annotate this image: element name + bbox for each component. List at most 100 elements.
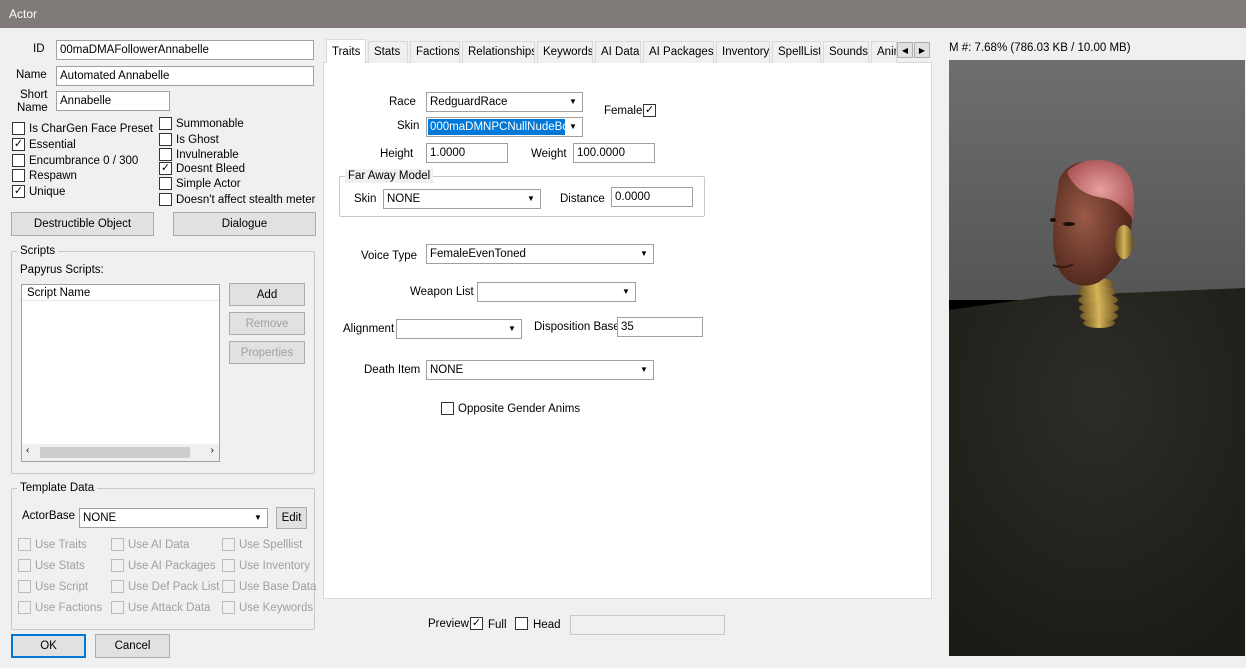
template-col3-checkbox-3[interactable] <box>222 601 235 614</box>
flag-checkbox-0[interactable] <box>12 122 25 135</box>
distance-field[interactable]: 0.0000 <box>611 187 693 207</box>
tab-scroll-left-icon[interactable]: ◀ <box>897 42 913 58</box>
chevron-down-icon[interactable]: ▼ <box>636 362 652 378</box>
flag-right-checkbox-2[interactable] <box>159 148 172 161</box>
cancel-button[interactable]: Cancel <box>95 634 170 658</box>
head-checkbox[interactable] <box>515 617 528 630</box>
voice-type-dropdown[interactable]: FemaleEvenToned ▼ <box>426 244 654 264</box>
death-item-dropdown[interactable]: NONE ▼ <box>426 360 654 380</box>
id-field[interactable]: 00maDMAFollowerAnnabelle <box>56 40 314 60</box>
skin-dropdown[interactable]: 000maDMNPCNullNudeBod ▼ <box>426 117 583 137</box>
template-col1-checkbox-3[interactable] <box>18 601 31 614</box>
name-label: Name <box>16 69 47 81</box>
female-label: Female <box>604 105 643 117</box>
chevron-down-icon[interactable]: ▼ <box>565 94 581 110</box>
flag-right-checkbox-5[interactable] <box>159 193 172 206</box>
flag-right-label-1: Is Ghost <box>176 134 219 146</box>
edit-button[interactable]: Edit <box>276 507 307 529</box>
height-field[interactable]: 1.0000 <box>426 143 508 163</box>
flag-checkbox-2[interactable] <box>12 154 25 167</box>
death-item-value: NONE <box>430 364 464 376</box>
flag-right-checkbox-1[interactable] <box>159 133 172 146</box>
tab-anim[interactable]: Anim <box>871 41 897 63</box>
tab-inventory[interactable]: Inventory <box>716 41 770 63</box>
ok-button[interactable]: OK <box>11 634 86 658</box>
flag-right-checkbox-4[interactable] <box>159 177 172 190</box>
template-col1-checkbox-2[interactable] <box>18 580 31 593</box>
actorbase-dropdown[interactable]: NONE ▼ <box>79 508 268 528</box>
flag-checkbox-4[interactable]: ✓ <box>12 185 25 198</box>
actorbase-value: NONE <box>83 512 117 524</box>
chevron-down-icon[interactable]: ▼ <box>250 510 266 526</box>
template-col1-checkbox-1[interactable] <box>18 559 31 572</box>
tab-scroll-right-icon[interactable]: ▶ <box>914 42 930 58</box>
race-label: Race <box>389 96 416 108</box>
race-dropdown[interactable]: RedguardRace ▼ <box>426 92 583 112</box>
weight-label: Weight <box>531 148 567 160</box>
disposition-base-field[interactable]: 35 <box>617 317 703 337</box>
opposite-gender-anims-checkbox[interactable] <box>441 402 454 415</box>
name-field[interactable]: Automated Annabelle <box>56 66 314 86</box>
full-checkbox[interactable]: ✓ <box>470 617 483 630</box>
template-col1-checkbox-0[interactable] <box>18 538 31 551</box>
template-col3-checkbox-2[interactable] <box>222 580 235 593</box>
properties-button[interactable]: Properties <box>229 341 305 364</box>
short-name-label-2: Name <box>17 102 48 114</box>
template-col2-label-1: Use AI Packages <box>128 560 216 572</box>
tab-sounds[interactable]: Sounds <box>823 41 869 63</box>
fa-skin-dropdown[interactable]: NONE ▼ <box>383 189 541 209</box>
template-col2-checkbox-1[interactable] <box>111 559 124 572</box>
tab-spelllist[interactable]: SpellList <box>772 41 821 63</box>
chevron-down-icon[interactable]: ▼ <box>565 119 581 135</box>
chevron-down-icon[interactable]: ▼ <box>618 284 634 300</box>
full-label: Full <box>488 619 507 631</box>
tab-keywords[interactable]: Keywords <box>537 41 593 63</box>
template-col2-checkbox-3[interactable] <box>111 601 124 614</box>
template-col1-label-3: Use Factions <box>35 602 103 614</box>
template-col2-checkbox-0[interactable] <box>111 538 124 551</box>
script-name-column-header[interactable]: Script Name <box>22 285 219 301</box>
actor-3d-preview[interactable] <box>949 60 1245 656</box>
template-col1-label-1: Use Stats <box>35 560 85 572</box>
scripts-horizontal-scrollbar[interactable]: ‹ › <box>22 444 219 461</box>
weight-field[interactable]: 100.0000 <box>573 143 655 163</box>
template-col3-checkbox-1[interactable] <box>222 559 235 572</box>
template-col2-checkbox-2[interactable] <box>111 580 124 593</box>
weapon-list-dropdown[interactable]: ▼ <box>477 282 636 302</box>
template-col3-label-1: Use Inventory <box>239 560 310 572</box>
flag-right-checkbox-3[interactable]: ✓ <box>159 162 172 175</box>
memory-readout: M #: 7.68% (786.03 KB / 10.00 MB) <box>949 42 1131 54</box>
scripts-list[interactable]: Script Name ‹ › <box>21 284 220 462</box>
tab-factions[interactable]: Factions <box>410 41 460 63</box>
chevron-down-icon[interactable]: ▼ <box>523 191 539 207</box>
far-away-model-title: Far Away Model <box>345 169 434 183</box>
tab-ai-data[interactable]: AI Data <box>595 41 641 63</box>
template-col2-label-3: Use Attack Data <box>128 602 211 614</box>
flag-label-3: Respawn <box>29 170 77 182</box>
weapon-list-label: Weapon List <box>410 286 474 298</box>
tab-traits[interactable]: Traits <box>326 39 366 63</box>
chevron-down-icon[interactable]: ▼ <box>636 246 652 262</box>
template-col3-label-3: Use Keywords <box>239 602 314 614</box>
scroll-left-icon[interactable]: ‹ <box>26 445 29 456</box>
add-script-button[interactable]: Add <box>229 283 305 306</box>
flag-checkbox-1[interactable]: ✓ <box>12 138 25 151</box>
female-checkbox[interactable]: ✓ <box>643 104 656 117</box>
dialogue-button[interactable]: Dialogue <box>173 212 316 236</box>
flag-label-2: Encumbrance 0 / 300 <box>29 155 139 167</box>
skin-label: Skin <box>397 120 420 132</box>
flag-checkbox-3[interactable] <box>12 169 25 182</box>
alignment-dropdown[interactable]: ▼ <box>396 319 522 339</box>
flag-right-checkbox-0[interactable] <box>159 117 172 130</box>
destructible-object-button[interactable]: Destructible Object <box>11 212 154 236</box>
chevron-down-icon[interactable]: ▼ <box>504 321 520 337</box>
height-label: Height <box>380 148 414 160</box>
short-name-field[interactable]: Annabelle <box>56 91 170 111</box>
tab-ai-packages[interactable]: AI Packages <box>643 41 714 63</box>
tab-relationships[interactable]: Relationships <box>462 41 535 63</box>
template-col3-checkbox-0[interactable] <box>222 538 235 551</box>
scrollbar-thumb[interactable] <box>40 447 190 458</box>
remove-script-button[interactable]: Remove <box>229 312 305 335</box>
tab-stats[interactable]: Stats <box>368 41 408 63</box>
scroll-right-icon[interactable]: › <box>211 445 214 456</box>
